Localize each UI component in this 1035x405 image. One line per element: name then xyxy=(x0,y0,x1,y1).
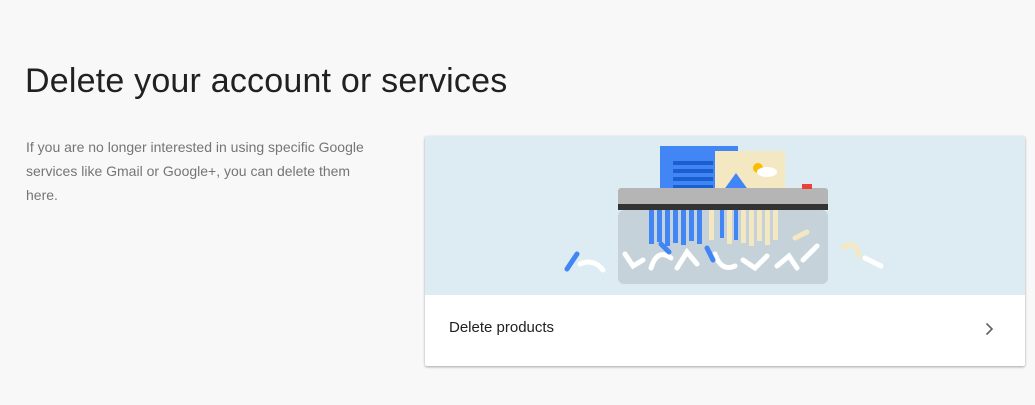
page-description: If you are no longer interested in using… xyxy=(26,139,364,203)
delete-products-link[interactable]: Delete products xyxy=(425,295,1025,366)
delete-account-page: Delete your account or services If you a… xyxy=(0,0,1035,405)
delete-products-card: Delete products xyxy=(425,136,1025,366)
page-title: Delete your account or services xyxy=(25,62,508,100)
delete-products-label: Delete products xyxy=(449,319,555,336)
card-banner xyxy=(425,136,1025,295)
paper-shredder-illustration xyxy=(564,146,884,284)
chevron-right-icon xyxy=(985,322,994,336)
